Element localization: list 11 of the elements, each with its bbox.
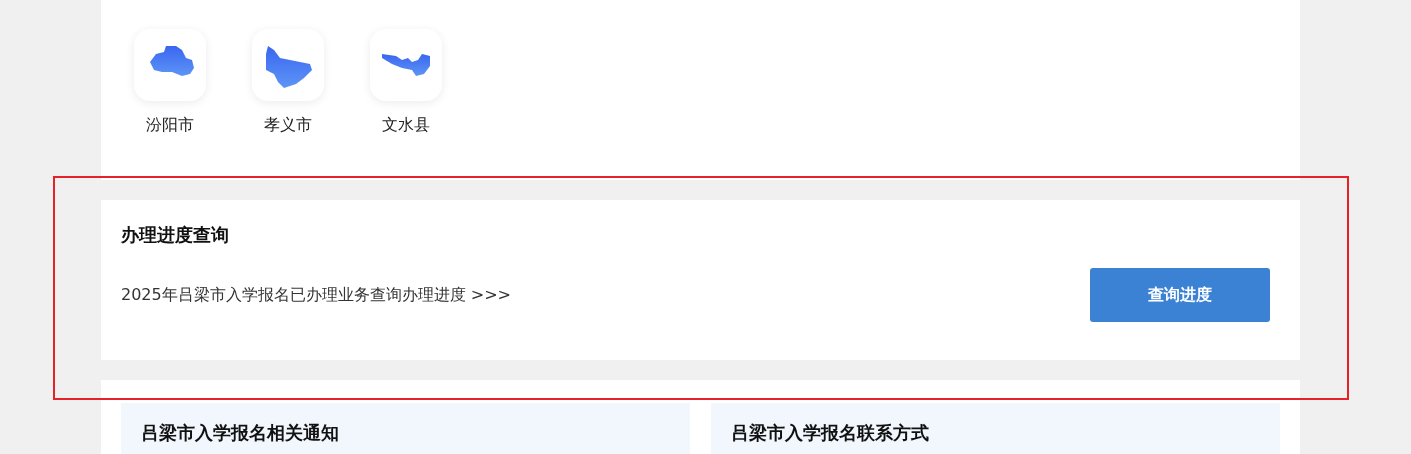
region-tile[interactable] xyxy=(252,29,324,101)
card-title: 吕梁市入学报名联系方式 xyxy=(731,422,929,443)
card-title: 吕梁市入学报名相关通知 xyxy=(141,422,339,443)
region-name[interactable]: 汾阳市 xyxy=(146,114,194,136)
region-tile[interactable] xyxy=(134,29,206,101)
region-name[interactable]: 孝义市 xyxy=(264,114,312,136)
region-tile[interactable] xyxy=(370,29,442,101)
progress-description: 2025年吕梁市入学报名已办理业务查询办理进度 >>> xyxy=(121,284,512,306)
query-progress-button[interactable]: 查询进度 xyxy=(1090,268,1270,322)
section-title: 办理进度查询 xyxy=(121,223,230,247)
region-name[interactable]: 文水县 xyxy=(382,114,430,136)
